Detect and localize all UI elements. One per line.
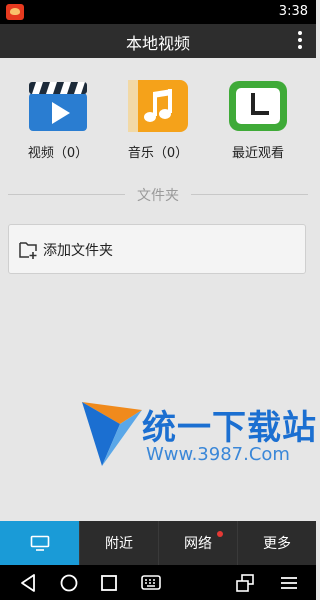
tab-network[interactable]: 网络	[158, 521, 237, 565]
status-time: 3:38	[278, 4, 308, 19]
page-title: 本地视频	[125, 34, 190, 53]
tab-nearby[interactable]: 附近	[79, 521, 158, 565]
add-folder-label: 添加文件夹	[43, 243, 113, 259]
system-nav-bar	[0, 565, 316, 600]
overflow-menu-icon[interactable]	[296, 30, 304, 52]
category-recent-label: 最近观看	[231, 146, 284, 161]
watermark-text: 统一下载站	[142, 408, 317, 448]
category-music[interactable]: 音乐（0）	[116, 80, 200, 162]
status-bar: 3:38	[0, 0, 316, 24]
app-bar: 本地视频	[0, 24, 316, 58]
clock-icon	[229, 81, 287, 131]
folder-section-title: 文件夹	[125, 185, 191, 205]
watermark-logo-icon	[82, 402, 142, 466]
add-folder-icon	[19, 242, 37, 259]
bottom-tab-bar: 附近 网络 更多	[0, 521, 316, 565]
tab-network-label: 网络	[184, 536, 212, 552]
back-icon[interactable]	[18, 572, 40, 594]
music-note-icon	[128, 80, 188, 132]
category-recent[interactable]: 最近观看	[216, 80, 300, 162]
floating-window-icon[interactable]	[234, 572, 256, 594]
watermark: 统一下载站 Www.3987.Com	[80, 396, 316, 474]
tab-more[interactable]: 更多	[237, 521, 316, 565]
category-videos[interactable]: 视频（0）	[16, 80, 100, 162]
folder-section-divider: 文件夹	[8, 183, 308, 207]
tv-icon	[30, 535, 49, 551]
video-clapper-icon	[29, 82, 87, 131]
tab-local[interactable]	[0, 521, 79, 565]
tab-more-label: 更多	[263, 536, 291, 552]
home-icon[interactable]	[58, 572, 80, 594]
category-music-label: 音乐（0）	[127, 146, 189, 161]
add-folder-button[interactable]: 添加文件夹	[8, 224, 306, 274]
menu-icon[interactable]	[278, 572, 300, 594]
keyboard-icon[interactable]	[140, 572, 162, 594]
category-videos-label: 视频（0）	[27, 146, 89, 161]
watermark-url: Www.3987.Com	[146, 444, 290, 465]
app-notification-icon	[6, 4, 24, 20]
notification-badge	[217, 531, 223, 537]
tab-nearby-label: 附近	[105, 536, 133, 552]
recent-apps-icon[interactable]	[98, 572, 120, 594]
